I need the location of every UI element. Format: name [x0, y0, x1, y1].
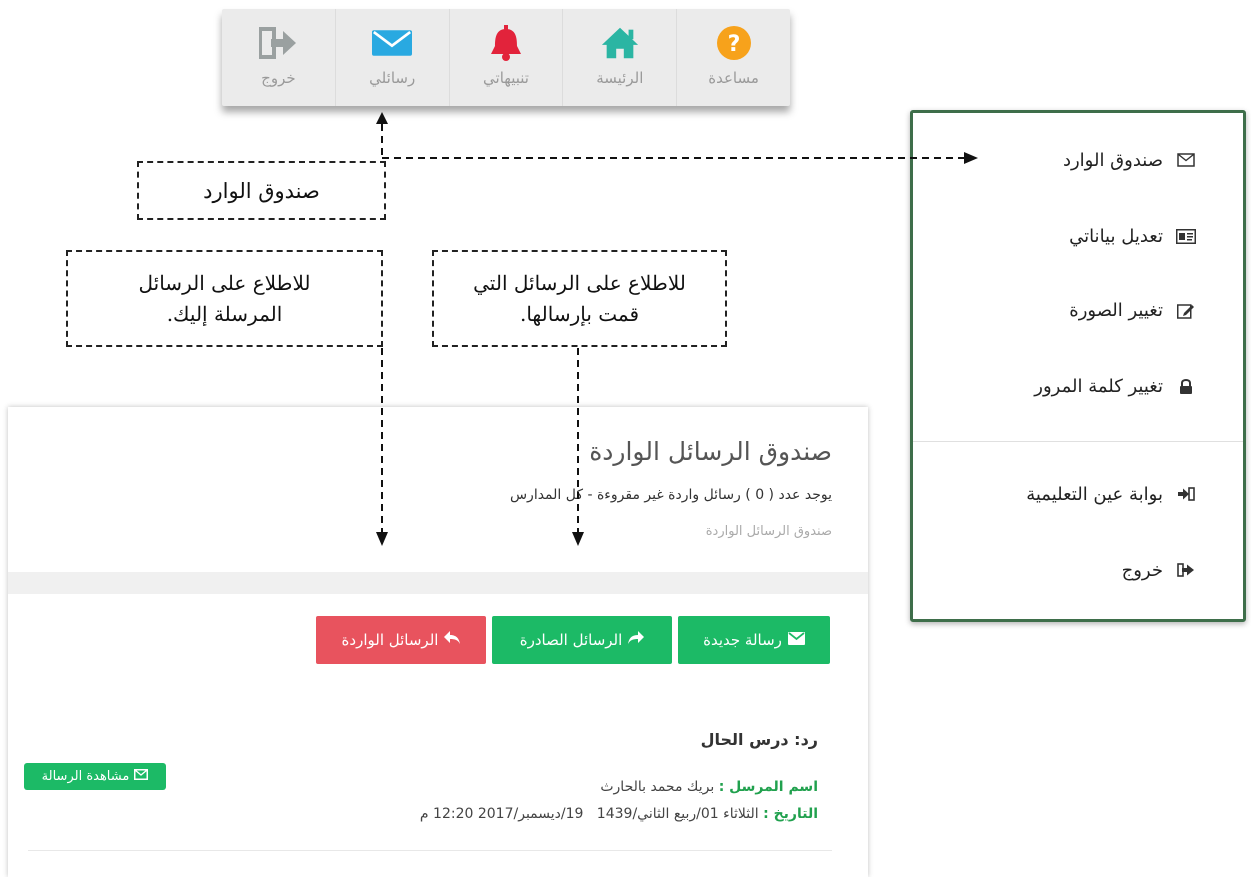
menu-item-change-password[interactable]: تغيير كلمة المرور: [1034, 375, 1197, 397]
date-value: الثلاثاء 01/ربيع الثاني/1439 19/ديسمبر/2…: [419, 806, 759, 822]
topbar-logout-label: خروج: [261, 69, 296, 87]
envelope-icon: [787, 631, 805, 649]
menu-item-ein-portal-label: بوابة عين التعليمية: [1026, 483, 1163, 505]
view-message-button[interactable]: مشاهدة الرسالة: [24, 763, 166, 790]
share-icon: [628, 631, 645, 649]
topbar-notifications[interactable]: تنبيهاتي: [450, 9, 564, 106]
menu-item-change-photo-label: تغيير الصورة: [1069, 299, 1163, 321]
inbox-panel: صندوق الرسائل الواردة يوجد عدد ( 0 ) رسا…: [8, 407, 868, 877]
envelope-outline-icon: [134, 769, 149, 784]
breadcrumb[interactable]: صندوق الرسائل الواردة: [706, 524, 832, 539]
reply-icon: [444, 631, 461, 649]
topbar-notifications-label: تنبيهاتي: [483, 69, 529, 87]
topbar-help-label: مساعدة: [708, 69, 759, 87]
envelope-icon: [372, 23, 413, 63]
menu-item-logout-label: خروج: [1121, 559, 1163, 581]
topbar-messages-label: رسائلي: [369, 69, 416, 87]
menu-item-inbox-label: صندوق الوارد: [1062, 149, 1163, 171]
inbox-messages-button[interactable]: الرسائل الواردة: [316, 616, 486, 664]
message-subject: رد: درس الحال: [700, 730, 818, 749]
sign-in-icon: [1175, 483, 1197, 505]
sender-label: اسم المرسل :: [718, 779, 818, 795]
top-toolbar: خروج رسائلي تنبيهاتي الرئيسة ? مساعدة: [222, 9, 790, 106]
inbox-messages-label: الرسائل الواردة: [341, 631, 439, 649]
message-divider: [28, 850, 832, 851]
home-icon: [600, 23, 640, 63]
annotation-sent-line2: قمت بإرسالها.: [519, 301, 640, 326]
annotation-received-line2: المرسلة إليك.: [166, 301, 283, 326]
annotation-sent-line1: للاطلاع على الرسائل التي: [473, 270, 686, 295]
sender-value: بريك محمد بالحارث: [600, 779, 715, 795]
envelope-outline-icon: [1175, 149, 1197, 171]
edit-icon: [1175, 299, 1197, 321]
new-message-label: رسالة جديدة: [703, 631, 782, 649]
date-label: التاريخ :: [763, 806, 818, 822]
annotation-inbox-text: صندوق الوارد: [203, 178, 320, 203]
annotation-sent: للاطلاع على الرسائل التي قمت بإرسالها.: [432, 250, 727, 347]
arrowhead-up: [376, 112, 388, 124]
menu-item-edit-profile[interactable]: تعديل بياناتي: [1069, 225, 1197, 247]
sent-messages-label: الرسائل الصادرة: [519, 631, 623, 649]
menu-item-inbox[interactable]: صندوق الوارد: [1063, 149, 1197, 171]
svg-text:?: ?: [727, 32, 740, 57]
user-menu: صندوق الوارد تعديل بياناتي تغيير الصورة …: [910, 110, 1246, 622]
lock-icon: [1175, 375, 1197, 397]
message-sender: اسم المرسل : بريك محمد بالحارث: [600, 779, 818, 795]
sign-out-icon: [1175, 559, 1197, 581]
topbar-logout[interactable]: خروج: [222, 9, 336, 106]
unread-info: يوجد عدد ( 0 ) رسائل واردة غير مقروءة - …: [509, 487, 832, 503]
annotation-inbox: صندوق الوارد: [137, 161, 386, 220]
view-message-label: مشاهدة الرسالة: [41, 769, 130, 784]
menu-item-change-photo[interactable]: تغيير الصورة: [1069, 299, 1197, 321]
message-date: التاريخ : الثلاثاء 01/ربيع الثاني/1439 1…: [420, 806, 818, 822]
annotation-received: للاطلاع على الرسائل المرسلة إليك.: [66, 250, 383, 347]
sent-messages-button[interactable]: الرسائل الصادرة: [492, 616, 672, 664]
question-icon: ?: [714, 23, 754, 63]
annotation-received-line1: للاطلاع على الرسائل: [138, 270, 311, 295]
topbar-help[interactable]: ? مساعدة: [677, 9, 790, 106]
menu-item-logout[interactable]: خروج: [1122, 559, 1197, 581]
menu-item-ein-portal[interactable]: بوابة عين التعليمية: [1026, 483, 1197, 505]
bell-icon: [486, 23, 526, 63]
new-message-button[interactable]: رسالة جديدة: [678, 616, 830, 664]
id-card-icon: [1175, 225, 1197, 247]
topbar-home-label: الرئيسة: [596, 69, 644, 87]
menu-divider: [913, 441, 1243, 442]
page-title: صندوق الرسائل الواردة: [589, 437, 832, 466]
topbar-home[interactable]: الرئيسة: [563, 9, 678, 106]
sign-out-icon: [258, 23, 298, 63]
topbar-messages[interactable]: رسائلي: [336, 9, 450, 106]
menu-item-edit-profile-label: تعديل بياناتي: [1069, 225, 1163, 247]
section-divider: [8, 572, 868, 594]
menu-item-change-password-label: تغيير كلمة المرور: [1034, 375, 1163, 397]
